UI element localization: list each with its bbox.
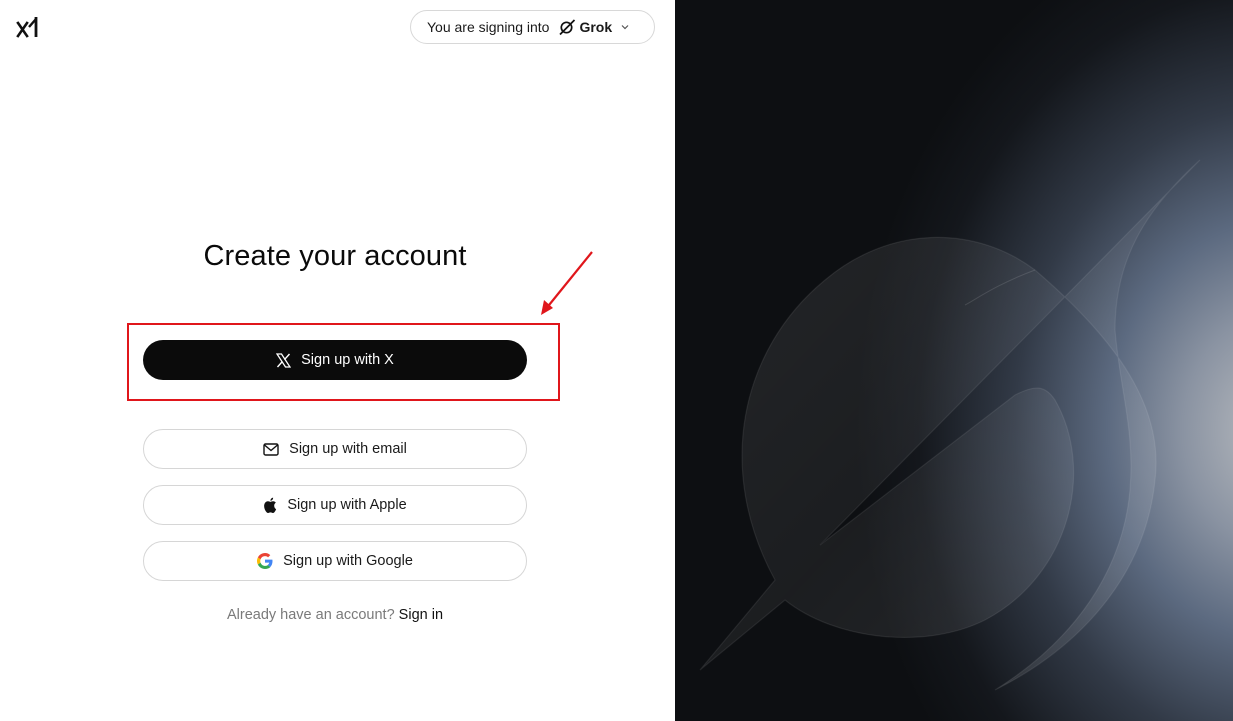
sign-up-with-x-button[interactable]: Sign up with X bbox=[143, 340, 527, 380]
xai-logo-icon[interactable] bbox=[16, 16, 40, 38]
mail-icon bbox=[263, 442, 279, 456]
sign-up-with-google-label: Sign up with Google bbox=[283, 553, 413, 569]
sign-up-with-google-button[interactable]: Sign up with Google bbox=[143, 541, 527, 581]
product-name-label: Grok bbox=[579, 19, 613, 35]
sign-in-prompt: Already have an account? Sign in bbox=[0, 607, 670, 623]
sign-up-with-email-label: Sign up with email bbox=[289, 441, 407, 457]
grok-logo-icon bbox=[559, 19, 576, 36]
signup-panel: You are signing into Grok Create your ac… bbox=[0, 0, 675, 721]
apple-logo-icon bbox=[263, 497, 277, 513]
sign-up-with-x-label: Sign up with X bbox=[301, 352, 394, 368]
grok-watermark-icon bbox=[699, 159, 1201, 691]
product-name: Grok bbox=[558, 18, 612, 36]
already-have-account-text: Already have an account? bbox=[226, 607, 395, 623]
sign-up-with-apple-label: Sign up with Apple bbox=[287, 497, 407, 513]
chevron-down-icon bbox=[620, 19, 630, 35]
hero-background-panel bbox=[675, 0, 1233, 721]
google-logo-icon bbox=[257, 553, 273, 569]
product-selector[interactable]: You are signing into Grok bbox=[410, 10, 655, 44]
sign-up-with-apple-button[interactable]: Sign up with Apple bbox=[143, 485, 527, 525]
annotation-arrow-icon bbox=[541, 251, 593, 315]
signing-into-text: You are signing into bbox=[427, 19, 550, 35]
sign-in-link[interactable]: Sign in bbox=[399, 607, 443, 623]
sign-up-with-email-button[interactable]: Sign up with email bbox=[143, 429, 527, 469]
x-logo-icon bbox=[276, 352, 292, 368]
